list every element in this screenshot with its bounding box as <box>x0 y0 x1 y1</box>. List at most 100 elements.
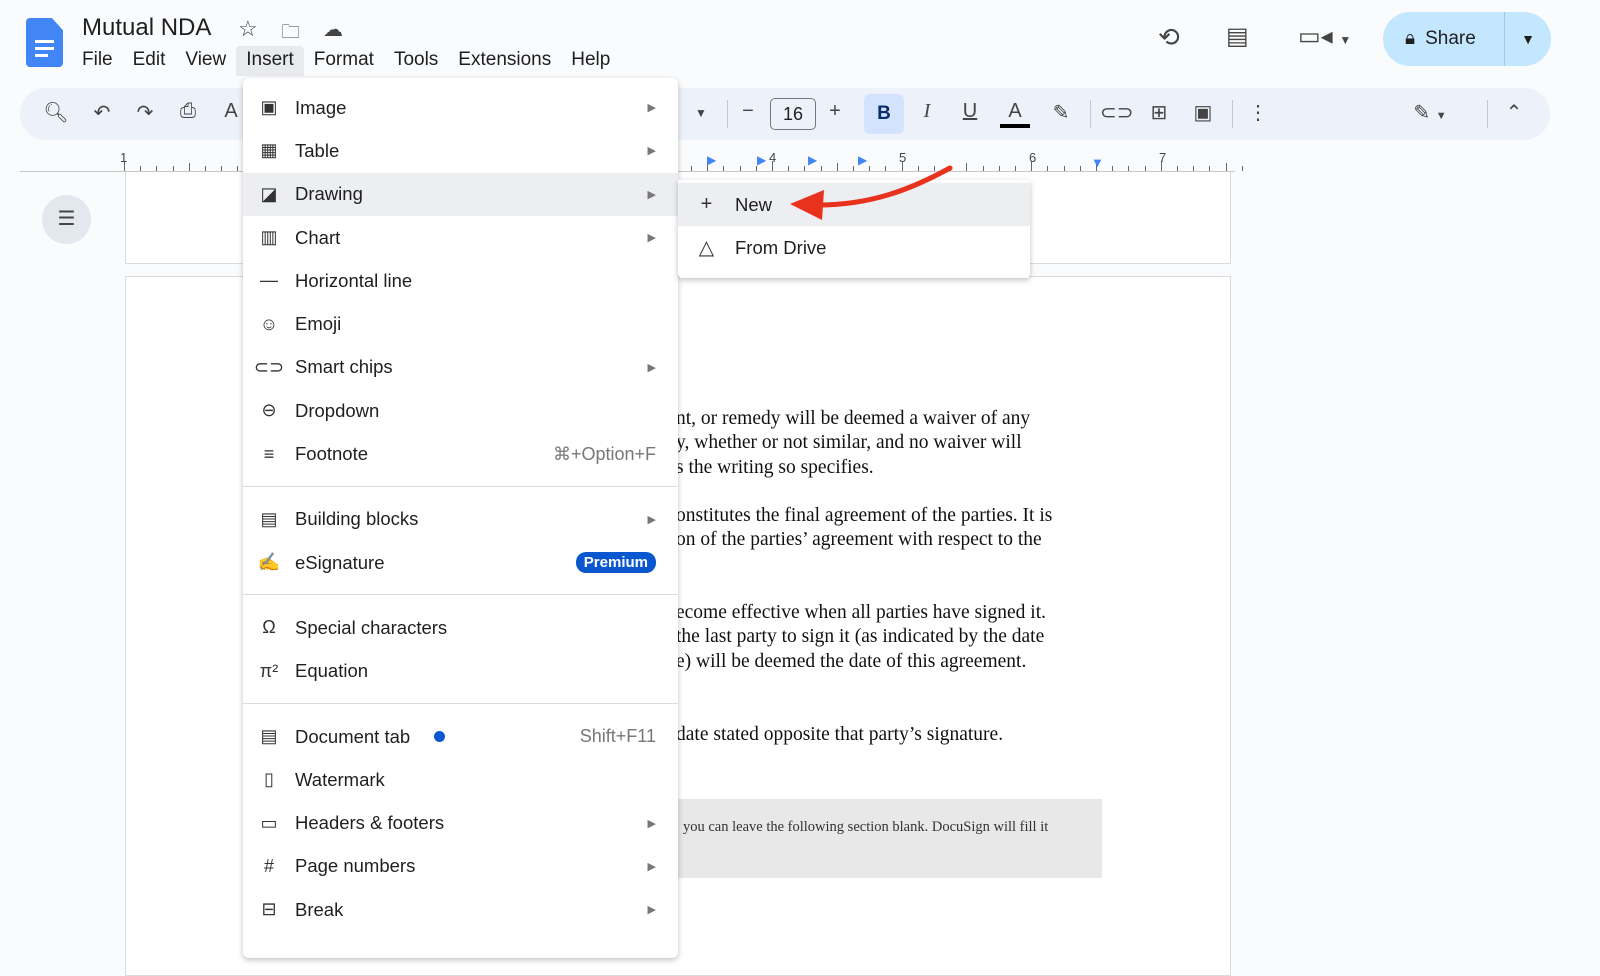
submenu-arrow-icon: ▶ <box>647 102 656 115</box>
insert-menu-item-drawing[interactable]: ◪ Drawing ▶ <box>243 172 678 216</box>
insert-menu-item-image[interactable]: ▣ Image ▶ <box>243 86 678 129</box>
share-button[interactable]: 🔒︎ Share ▼ <box>1383 12 1551 66</box>
drawing-icon: ◪ <box>260 183 278 204</box>
menu-divider <box>243 584 678 606</box>
lock-icon: 🔒︎ <box>1405 28 1416 49</box>
menu-item-label: Horizontal line <box>295 269 413 291</box>
print-icon[interactable]: ⎙ <box>173 100 203 123</box>
shortcut: ⌘+Option+F <box>552 443 656 464</box>
insert-menu-item-page-numbers[interactable]: # Page numbers ▶ <box>243 845 678 888</box>
right-indent-marker[interactable]: ▼ <box>1091 155 1104 170</box>
paragraph-waiver: nt, or remedy will be deemed a waiver of… <box>676 408 1031 478</box>
highlight-icon[interactable]: ✎ <box>1046 100 1076 125</box>
smart-chips-icon: ⊂⊃ <box>253 356 285 377</box>
italic-button[interactable]: I <box>912 100 942 123</box>
meet-icon[interactable]: ▭◂ ▼ <box>1298 22 1351 51</box>
add-comment-icon[interactable]: ⊞ <box>1144 100 1174 125</box>
menu-item-label: Document tab <box>295 725 411 747</box>
editing-mode-icon[interactable]: ✎ ▼ <box>1400 100 1460 125</box>
ruler-label: 7 <box>1159 150 1167 165</box>
insert-menu-item-document-tab[interactable]: ▤ Document tab Shift+F11 <box>243 715 678 758</box>
menu-format[interactable]: Format <box>304 46 384 76</box>
share-dropdown-icon[interactable]: ▼ <box>1505 31 1551 47</box>
text-color-button[interactable]: A <box>1000 100 1030 128</box>
insert-menu-item-headers-footers[interactable]: ▭ Headers & footers ▶ <box>243 801 678 844</box>
menu-item-label: Chart <box>295 226 341 248</box>
omega-icon: Ω <box>262 617 276 638</box>
menu-help[interactable]: Help <box>561 46 620 76</box>
menu-item-label: Headers & footers <box>295 812 445 834</box>
menu-item-label: Emoji <box>295 313 342 335</box>
footnote-icon: ≡ <box>263 443 275 464</box>
menu-tools[interactable]: Tools <box>384 46 448 76</box>
star-icon[interactable]: ☆ <box>238 16 258 42</box>
insert-menu-item-equation[interactable]: π² Equation <box>243 650 678 693</box>
insert-image-icon[interactable]: ▣ <box>1188 100 1218 125</box>
menu-item-label: Watermark <box>295 768 385 790</box>
redo-icon[interactable]: ↷ <box>130 100 160 125</box>
menu-item-label: Special characters <box>295 616 448 638</box>
submenu-arrow-icon: ▶ <box>647 232 656 245</box>
menu-divider <box>243 476 678 498</box>
insert-menu-item-dropdown[interactable]: ⊖ Dropdown <box>243 389 678 432</box>
menu-bar: File Edit View Insert Format Tools Exten… <box>72 46 620 76</box>
font-size-input[interactable]: 16 <box>770 98 816 130</box>
insert-menu-item-break[interactable]: ⊟ Break ▶ <box>243 888 678 931</box>
menu-insert[interactable]: Insert <box>236 46 304 76</box>
document-outline-button[interactable]: ☰ <box>42 195 91 244</box>
chart-icon: ▥ <box>260 227 278 248</box>
search-menus-icon[interactable]: 🔍︎ <box>41 100 71 125</box>
ruler-label: 6 <box>1029 150 1037 165</box>
insert-menu-item-table[interactable]: ▦ Table ▶ <box>243 129 678 172</box>
menu-item-label: Break <box>295 898 344 920</box>
menu-item-label: From Drive <box>735 236 827 258</box>
insert-menu-item-emoji[interactable]: ☺ Emoji <box>243 302 678 345</box>
insert-menu-item-horizontal-line[interactable]: — Horizontal line <box>243 259 678 302</box>
paragraph-effective-date: ecome effective when all parties have si… <box>676 602 1046 672</box>
insert-menu-item-chart[interactable]: ▥ Chart ▶ <box>243 216 678 259</box>
esignature-icon: ✍ <box>257 552 281 573</box>
insert-menu-item-building-blocks[interactable]: ▤ Building blocks ▶ <box>243 498 678 541</box>
submenu-arrow-icon: ▶ <box>647 188 656 201</box>
paragraph-entire-agreement: onstitutes the final agreement of the pa… <box>676 505 1053 551</box>
font-dropdown-icon[interactable]: ▼ <box>686 106 716 120</box>
headers-footers-icon: ▭ <box>260 812 278 833</box>
menu-view[interactable]: View <box>175 46 236 76</box>
version-history-icon[interactable]: ⟲ <box>1158 22 1180 53</box>
collapse-toolbar-icon[interactable]: ⌃ <box>1499 100 1529 125</box>
more-options-icon[interactable]: ⋮ <box>1243 100 1273 125</box>
cloud-saved-icon[interactable]: ☁ <box>323 17 343 42</box>
drawing-from-drive-item[interactable]: △ From Drive <box>678 226 1030 269</box>
pi-icon: π² <box>259 660 279 681</box>
premium-badge: Premium <box>575 552 656 574</box>
insert-menu-item-smart-chips[interactable]: ⊂⊃ Smart chips ▶ <box>243 346 678 389</box>
insert-menu-item-watermark[interactable]: ▯ Watermark <box>243 758 678 801</box>
insert-menu-item-footnote[interactable]: ≡ Footnote ⌘+Option+F <box>243 432 678 475</box>
submenu-arrow-icon: ▶ <box>647 513 656 526</box>
insert-menu: ▣ Image ▶ ▦ Table ▶ ◪ Drawing ▶ ▥ Chart ▶ — Horizonta… <box>243 78 678 958</box>
ruler-label: 4 <box>769 150 777 165</box>
menu-edit[interactable]: Edit <box>123 46 176 76</box>
menu-item-label: Image <box>295 96 347 118</box>
document-title[interactable]: Mutual NDA <box>82 14 211 42</box>
bold-button[interactable]: B <box>864 94 904 134</box>
docs-logo[interactable] <box>26 18 63 67</box>
break-icon: ⊟ <box>261 899 277 920</box>
insert-menu-item-special-characters[interactable]: Ω Special characters <box>243 606 678 649</box>
insert-menu-item-esignature[interactable]: ✍ eSignature Premium <box>243 541 678 584</box>
comments-icon[interactable]: ▤ <box>1226 22 1249 51</box>
increase-font-size-icon[interactable]: + <box>820 100 850 123</box>
share-label: Share <box>1425 28 1476 49</box>
new-feature-dot <box>434 731 446 742</box>
tab-stop-marker[interactable]: ▶ <box>757 153 766 167</box>
paragraph-signature-date: date stated opposite that party’s signat… <box>676 724 1004 745</box>
tab-stop-marker[interactable]: ▶ <box>707 153 716 167</box>
spellcheck-icon[interactable]: A <box>216 100 246 123</box>
link-icon[interactable]: ⊂⊃ <box>1100 100 1134 125</box>
undo-icon[interactable]: ↶ <box>87 100 117 125</box>
menu-extensions[interactable]: Extensions <box>448 46 561 76</box>
underline-button[interactable]: U <box>955 100 985 123</box>
menu-file[interactable]: File <box>72 46 123 76</box>
decrease-font-size-icon[interactable]: − <box>733 100 763 123</box>
submenu-arrow-icon: ▶ <box>647 904 656 917</box>
